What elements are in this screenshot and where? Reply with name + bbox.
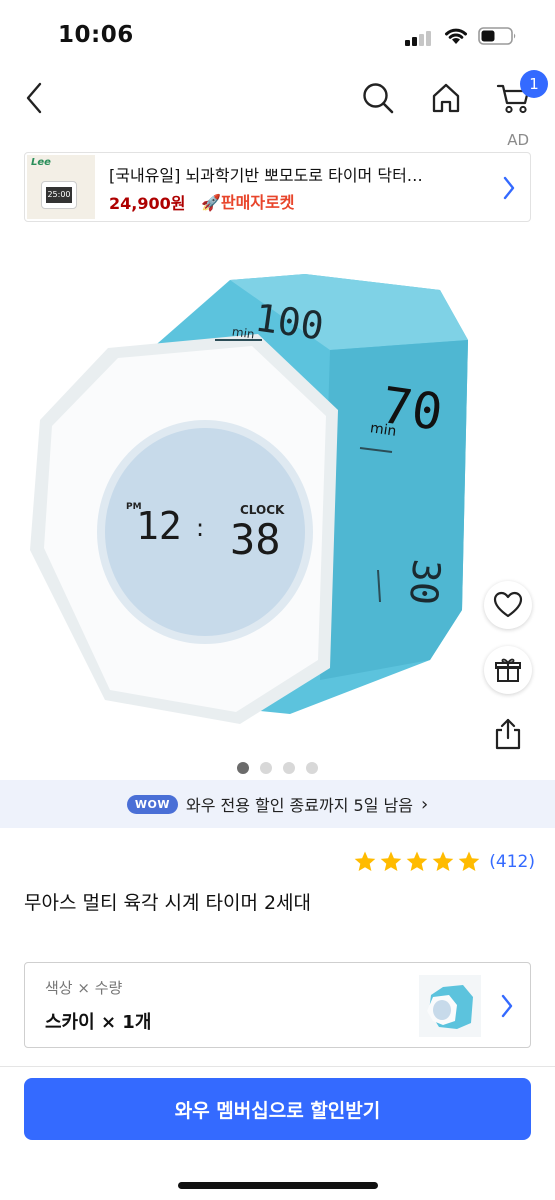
ad-thumb-logo: Lee xyxy=(31,157,51,168)
wow-badge: WOW xyxy=(126,794,178,814)
status-time: 10:06 xyxy=(58,22,134,48)
home-indicator xyxy=(178,1182,378,1189)
divider xyxy=(0,1066,555,1067)
ad-thumbnail: Lee 25:00 xyxy=(27,155,95,219)
ad-rocket-badge: 🚀판매자로켓 xyxy=(201,193,295,212)
product-image[interactable]: 100 min 70 min 30 PM CLOCK 12 : 38 xyxy=(0,230,555,780)
carousel-dot[interactable] xyxy=(237,762,249,774)
ad-label: AD xyxy=(507,131,529,149)
star-icon xyxy=(354,851,376,871)
chevron-right-icon: › xyxy=(420,793,429,815)
search-button[interactable] xyxy=(356,76,400,120)
image-carousel-dots xyxy=(0,762,555,776)
ad-title: [국내유일] 뇌과학기반 뽀모도로 타이머 닥터… xyxy=(109,166,423,185)
option-selector[interactable]: 색상 × 수량 스카이 × 1개 xyxy=(24,962,531,1048)
chevron-left-icon xyxy=(26,82,42,114)
star-rating xyxy=(353,850,481,874)
carousel-dot[interactable] xyxy=(283,762,295,774)
review-count: (412) xyxy=(489,852,535,872)
ad-price: 24,900원 xyxy=(109,194,186,213)
chevron-right-icon xyxy=(501,994,513,1018)
star-icon xyxy=(380,851,402,871)
home-button[interactable] xyxy=(424,76,468,120)
battery-icon xyxy=(478,27,516,45)
nav-bar xyxy=(0,70,555,130)
status-bar: 10:06 xyxy=(0,0,555,70)
share-button[interactable] xyxy=(484,710,532,758)
search-icon xyxy=(363,83,394,114)
wow-membership-discount-button[interactable]: 와우 멤버십으로 할인받기 xyxy=(24,1078,531,1140)
ad-banner[interactable]: Lee 25:00 [국내유일] 뇌과학기반 뽀모도로 타이머 닥터… 24,9… xyxy=(24,152,531,222)
home-icon xyxy=(432,83,460,113)
carousel-dot[interactable] xyxy=(306,762,318,774)
wishlist-button[interactable] xyxy=(484,581,532,629)
clock-minute: 38 xyxy=(230,515,281,564)
chevron-right-icon xyxy=(503,176,515,200)
cellular-signal-icon xyxy=(405,30,433,46)
wifi-icon xyxy=(445,28,467,44)
option-label: 색상 × 수량 xyxy=(45,979,123,997)
option-thumbnail xyxy=(419,975,481,1037)
back-button[interactable] xyxy=(12,76,56,120)
ad-thumb-clock: 25:00 xyxy=(41,181,77,209)
carousel-dot[interactable] xyxy=(260,762,272,774)
star-icon xyxy=(458,851,480,871)
top-face-unit: min xyxy=(231,324,256,342)
ad-thumb-time: 25:00 xyxy=(46,187,72,203)
product-title: 무아스 멀티 육각 시계 타이머 2세대 xyxy=(24,892,312,914)
share-icon xyxy=(495,718,521,750)
star-icon xyxy=(406,851,428,871)
star-icon xyxy=(432,851,454,871)
top-face-number: 100 xyxy=(252,295,327,349)
option-value: 스카이 × 1개 xyxy=(45,1012,152,1033)
rating[interactable]: (412) xyxy=(353,850,535,874)
wow-discount-banner[interactable]: WOW 와우 전용 할인 종료까지 5일 남음 › xyxy=(0,780,555,828)
gift-icon xyxy=(495,658,521,682)
wow-text: 와우 전용 할인 종료까지 5일 남음 xyxy=(185,796,413,815)
cart-count-badge: 1 xyxy=(520,70,548,98)
clock-colon: : xyxy=(196,514,205,542)
clock-hour: 12 xyxy=(136,504,182,548)
side-face-number: 30 xyxy=(400,557,449,607)
heart-icon xyxy=(493,591,523,618)
gift-button[interactable] xyxy=(484,646,532,694)
